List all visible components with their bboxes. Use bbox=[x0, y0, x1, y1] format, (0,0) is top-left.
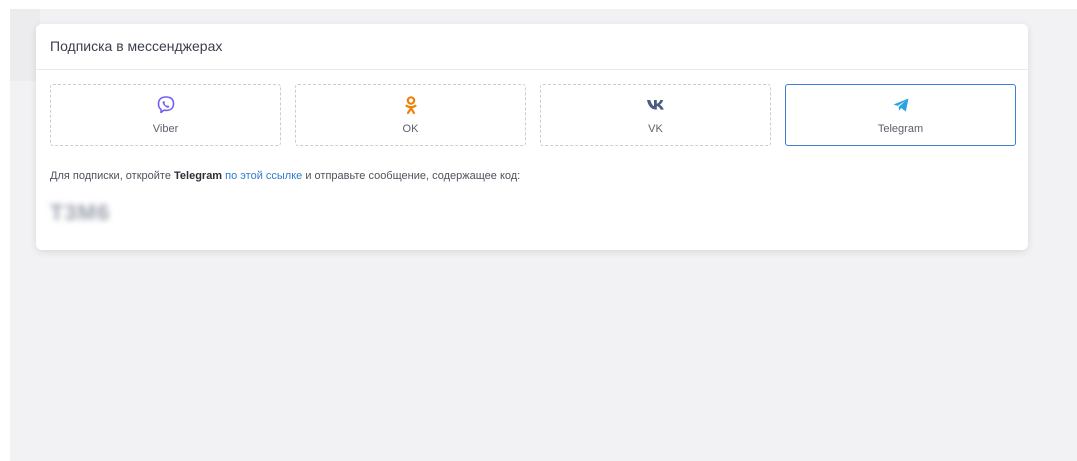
card-header: Подписка в мессенджерах bbox=[36, 24, 1028, 70]
instruction-app-name: Telegram bbox=[174, 170, 223, 182]
subscription-code: T3M6 bbox=[50, 200, 111, 225]
messenger-tile-viber[interactable]: Viber bbox=[50, 84, 281, 146]
telegram-link[interactable]: по этой ссылке bbox=[225, 170, 302, 182]
messenger-tile-vk[interactable]: VK bbox=[540, 84, 771, 146]
viber-icon bbox=[155, 94, 177, 116]
telegram-icon bbox=[890, 94, 912, 116]
tile-label-telegram: Telegram bbox=[877, 123, 924, 135]
instruction-prefix: Для подписки, откройте bbox=[50, 170, 174, 182]
tile-label-vk: VK bbox=[648, 123, 663, 135]
vk-icon bbox=[645, 94, 667, 116]
messenger-tile-ok[interactable]: OK bbox=[295, 84, 526, 146]
messenger-tile-telegram[interactable]: Telegram bbox=[785, 84, 1016, 146]
instruction-suffix: и отправьте сообщение, содержащее код: bbox=[302, 170, 521, 182]
tile-label-viber: Viber bbox=[152, 123, 179, 135]
card-title: Подписка в мессенджерах bbox=[50, 38, 223, 54]
messenger-tiles: Viber OK VK Telegram bbox=[50, 84, 1016, 146]
ok-icon bbox=[400, 94, 422, 116]
tile-label-ok: OK bbox=[402, 123, 419, 135]
messenger-subscription-card: Подписка в мессенджерах Viber OK VK Tele… bbox=[36, 24, 1028, 250]
subscription-instruction: Для подписки, откройте Telegram по этой … bbox=[50, 170, 520, 182]
